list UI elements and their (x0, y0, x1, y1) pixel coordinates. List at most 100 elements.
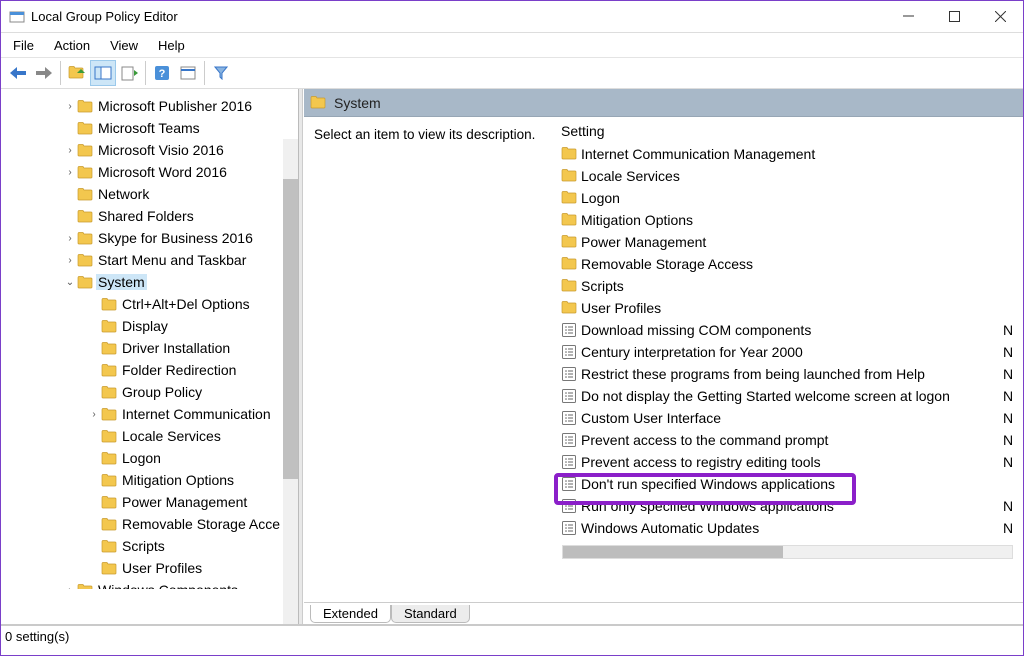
setting-name: Download missing COM components (581, 322, 1003, 338)
setting-name: Restrict these programs from being launc… (581, 366, 1003, 382)
setting-state: N (1003, 520, 1023, 536)
tree[interactable]: ›Microsoft Publisher 2016 Microsoft Teams… (1, 89, 298, 589)
setting-row[interactable]: Mitigation Options (552, 209, 1023, 231)
expander-icon[interactable]: › (63, 233, 77, 244)
setting-row[interactable]: Scripts (552, 275, 1023, 297)
expander-icon[interactable]: › (63, 167, 77, 178)
properties-button[interactable] (175, 60, 201, 86)
column-header-setting[interactable]: Setting (561, 123, 1014, 139)
tree-item[interactable]: Locale Services (1, 425, 298, 447)
tree-scrollbar[interactable] (283, 139, 298, 624)
expander-icon[interactable]: › (63, 255, 77, 266)
menu-action[interactable]: Action (46, 36, 98, 55)
maximize-button[interactable] (931, 2, 977, 32)
setting-row[interactable]: Prevent access to the command promptN (552, 429, 1023, 451)
tree-item[interactable]: Display (1, 315, 298, 337)
folder-icon (101, 363, 117, 377)
tree-item[interactable]: Power Management (1, 491, 298, 513)
setting-row[interactable]: User Profiles (552, 297, 1023, 319)
detail-pane: System Select an item to view its descri… (303, 89, 1023, 624)
tree-item[interactable]: ›Microsoft Visio 2016 (1, 139, 298, 161)
setting-row[interactable]: Prevent access to registry editing tools… (552, 451, 1023, 473)
expander-icon[interactable]: › (63, 101, 77, 112)
setting-state: N (1003, 432, 1023, 448)
tree-item[interactable]: Folder Redirection (1, 359, 298, 381)
tab-extended[interactable]: Extended (310, 605, 391, 623)
setting-name: Prevent access to registry editing tools (581, 454, 1003, 470)
tree-item[interactable]: ›Skype for Business 2016 (1, 227, 298, 249)
tree-item-label: Display (120, 318, 170, 334)
window-title: Local Group Policy Editor (31, 9, 885, 24)
tree-item[interactable]: ›Microsoft Publisher 2016 (1, 95, 298, 117)
setting-name: Power Management (581, 234, 1003, 250)
tree-item[interactable]: ›Windows Components (1, 579, 298, 589)
setting-name: Run only specified Windows applications (581, 498, 1003, 514)
up-button[interactable] (64, 60, 90, 86)
setting-row[interactable]: Download missing COM componentsN (552, 319, 1023, 341)
tree-item-label: Scripts (120, 538, 167, 554)
tree-item[interactable]: Scripts (1, 535, 298, 557)
folder-icon (561, 278, 577, 294)
settings-column: Setting Internet Communication Managemen… (552, 117, 1023, 602)
tree-item[interactable]: Microsoft Teams (1, 117, 298, 139)
setting-state: N (1003, 322, 1023, 338)
filter-button[interactable] (208, 60, 234, 86)
menu-view[interactable]: View (102, 36, 146, 55)
export-button[interactable] (116, 60, 142, 86)
tree-item-label: Microsoft Teams (96, 120, 202, 136)
show-hide-tree-button[interactable] (90, 60, 116, 86)
setting-row[interactable]: Removable Storage Access (552, 253, 1023, 275)
setting-row[interactable]: Windows Automatic UpdatesN (552, 517, 1023, 539)
tree-item[interactable]: User Profiles (1, 557, 298, 579)
tree-item[interactable]: Shared Folders (1, 205, 298, 227)
tree-item-label: Logon (120, 450, 163, 466)
expander-icon[interactable]: › (87, 409, 101, 420)
setting-row[interactable]: Custom User InterfaceN (552, 407, 1023, 429)
menu-file[interactable]: File (5, 36, 42, 55)
titlebar: Local Group Policy Editor (1, 1, 1023, 33)
expander-icon[interactable]: ⌄ (63, 277, 77, 288)
menu-help[interactable]: Help (150, 36, 193, 55)
folder-icon (77, 99, 93, 113)
tree-item-label: Driver Installation (120, 340, 232, 356)
setting-row[interactable]: Logon (552, 187, 1023, 209)
setting-row[interactable]: Locale Services (552, 165, 1023, 187)
tree-item-label: Internet Communication (120, 406, 273, 422)
setting-row[interactable]: Internet Communication Management (552, 143, 1023, 165)
folder-icon (101, 561, 117, 575)
expander-icon[interactable]: › (63, 145, 77, 156)
folder-icon (77, 275, 93, 289)
expander-icon[interactable]: › (63, 585, 77, 590)
setting-row[interactable]: Power Management (552, 231, 1023, 253)
tree-item[interactable]: Group Policy (1, 381, 298, 403)
folder-icon (101, 341, 117, 355)
tree-item[interactable]: Network (1, 183, 298, 205)
tree-item[interactable]: ⌄System (1, 271, 298, 293)
setting-icon (561, 322, 577, 338)
tree-item[interactable]: Driver Installation (1, 337, 298, 359)
folder-icon (561, 300, 577, 316)
setting-row[interactable]: Do not display the Getting Started welco… (552, 385, 1023, 407)
forward-button[interactable] (31, 60, 57, 86)
setting-row[interactable]: Century interpretation for Year 2000N (552, 341, 1023, 363)
tree-item[interactable]: Mitigation Options (1, 469, 298, 491)
folder-icon (561, 190, 577, 206)
tree-item[interactable]: Logon (1, 447, 298, 469)
tree-item[interactable]: › Internet Communication (1, 403, 298, 425)
close-button[interactable] (977, 2, 1023, 32)
minimize-button[interactable] (885, 2, 931, 32)
tab-standard[interactable]: Standard (391, 605, 470, 623)
tree-item[interactable]: ›Microsoft Word 2016 (1, 161, 298, 183)
setting-icon (561, 520, 577, 536)
tree-item-label: Mitigation Options (120, 472, 236, 488)
back-button[interactable] (5, 60, 31, 86)
tree-item[interactable]: ›Start Menu and Taskbar (1, 249, 298, 271)
setting-row[interactable]: Restrict these programs from being launc… (552, 363, 1023, 385)
folder-icon (101, 451, 117, 465)
setting-row[interactable]: Run only specified Windows applicationsN (552, 495, 1023, 517)
tree-item[interactable]: Ctrl+Alt+Del Options (1, 293, 298, 315)
settings-hscrollbar[interactable] (562, 545, 1013, 559)
setting-row[interactable]: Don't run specified Windows applications (552, 473, 1023, 495)
tree-item[interactable]: Removable Storage Acce (1, 513, 298, 535)
help-button[interactable]: ? (149, 60, 175, 86)
